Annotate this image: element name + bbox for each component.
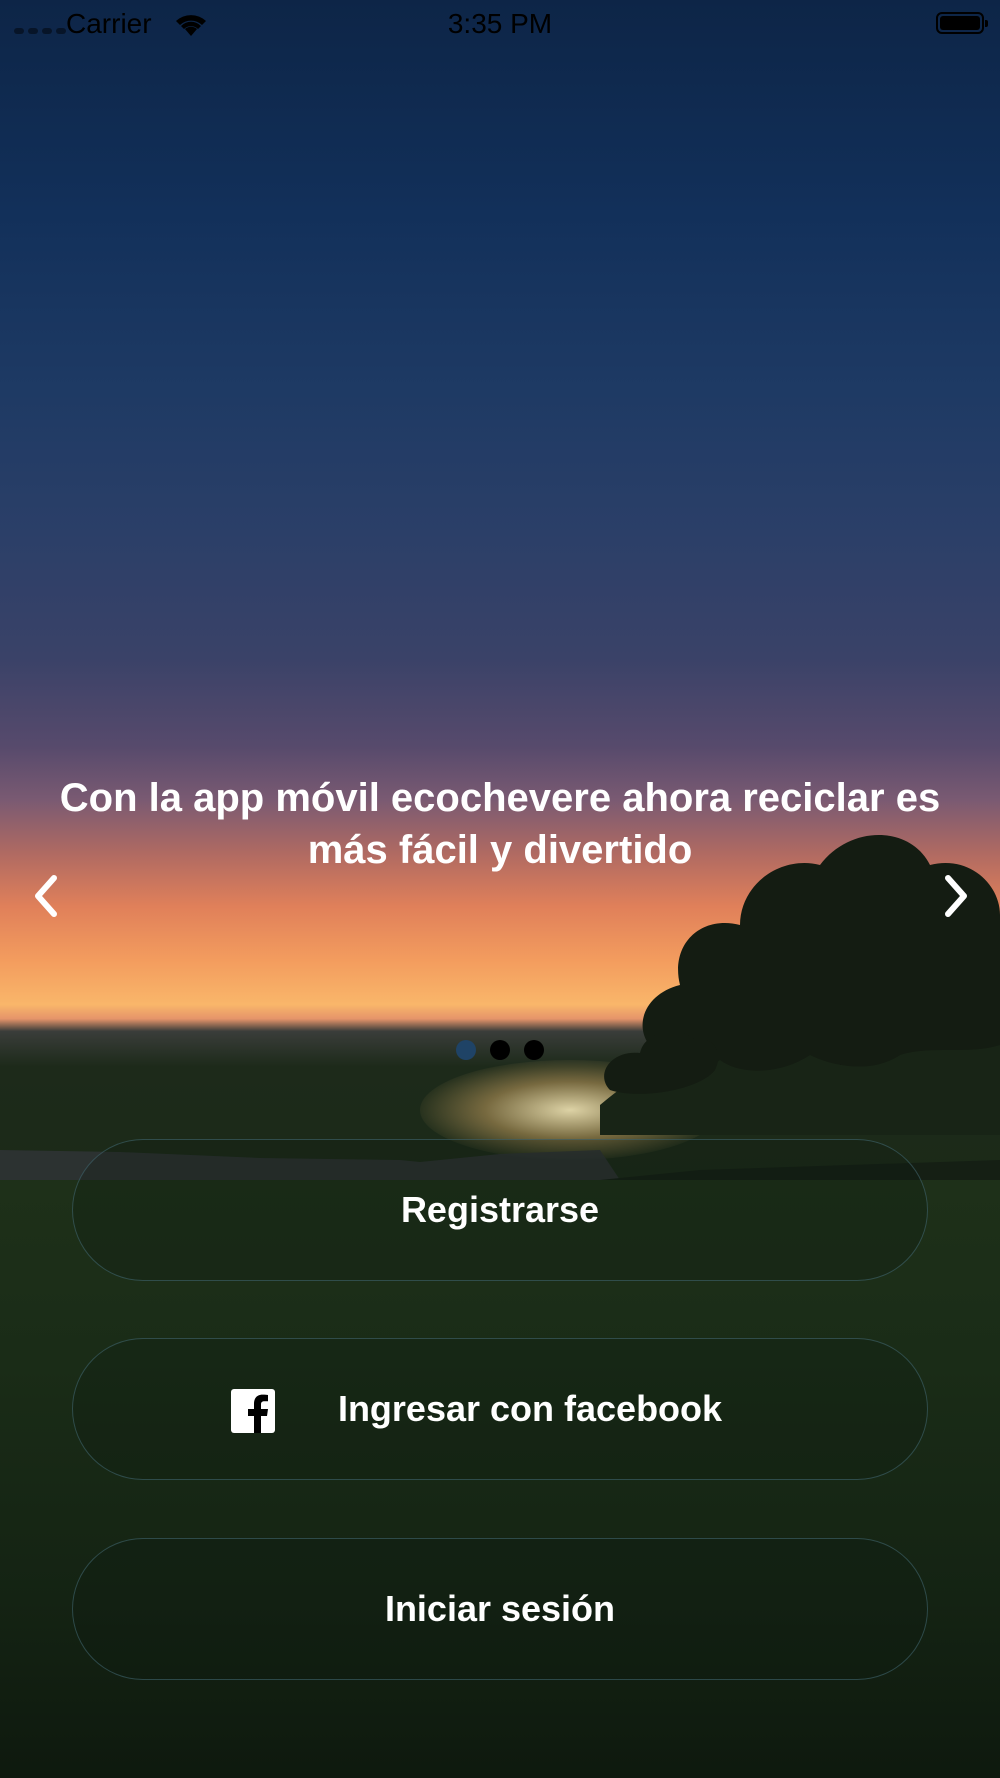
login-button[interactable]: Iniciar sesión <box>72 1538 928 1680</box>
chevron-left-icon[interactable] <box>26 868 66 924</box>
page-dot-2[interactable] <box>490 1040 510 1060</box>
onboarding-headline: Con la app móvil ecochevere ahora recicl… <box>59 776 941 872</box>
page-dot-1[interactable] <box>456 1040 476 1060</box>
page-indicator <box>0 1040 1000 1060</box>
chevron-right-icon[interactable] <box>936 868 976 924</box>
status-time: 3:35 PM <box>447 8 553 39</box>
register-button[interactable]: Registrarse <box>72 1139 928 1281</box>
page-dot-3[interactable] <box>524 1040 544 1060</box>
status-bar: Carrier 3:35 PM <box>0 0 1000 48</box>
welcome-screen: Carrier 3:35 PM Con la app móvil ecochev… <box>0 0 1000 1778</box>
register-button-label: Registrarse <box>400 1189 600 1230</box>
facebook-button-label: Ingresar con facebook <box>337 1388 723 1429</box>
facebook-icon <box>231 1389 275 1433</box>
facebook-login-button[interactable]: Ingresar con facebook <box>72 1338 928 1480</box>
battery-icon <box>936 12 988 34</box>
login-button-label: Iniciar sesión <box>384 1588 616 1629</box>
